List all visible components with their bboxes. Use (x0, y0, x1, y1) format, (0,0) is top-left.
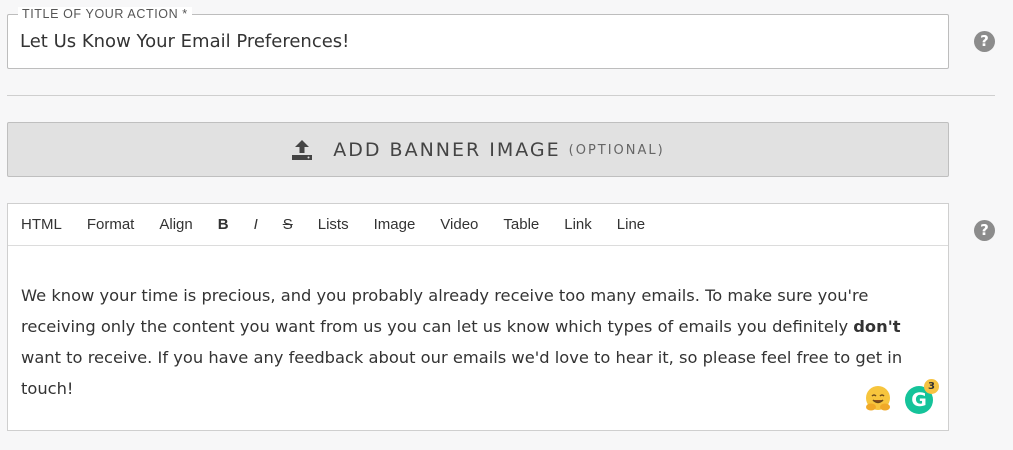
content-bold-text: don't (853, 317, 901, 336)
hugging-face-icon[interactable] (863, 384, 893, 414)
toolbar-strikethrough-button[interactable]: S (283, 216, 293, 233)
toolbar-bold-button[interactable]: B (218, 216, 229, 233)
toolbar-format-button[interactable]: Format (87, 216, 135, 233)
toolbar-video-button[interactable]: Video (440, 216, 478, 233)
banner-optional-label: (OPTIONAL) (568, 143, 665, 158)
editor-content[interactable]: We know your time is precious, and you p… (21, 280, 936, 404)
toolbar-lists-button[interactable]: Lists (318, 216, 349, 233)
content-text-1: We know your time is precious, and you p… (21, 286, 869, 336)
help-icon[interactable]: ? (974, 220, 995, 241)
toolbar-table-button[interactable]: Table (503, 216, 539, 233)
grammarly-count-badge: 3 (924, 379, 939, 394)
content-text-2: want to receive. If you have any feedbac… (21, 348, 903, 398)
help-icon[interactable]: ? (974, 31, 995, 52)
editor-toolbar: HTML Format Align B I S Lists Image Vide… (8, 204, 948, 246)
divider (7, 95, 995, 96)
upload-icon (291, 139, 313, 161)
banner-label: ADD BANNER IMAGE (333, 138, 561, 161)
title-input[interactable] (20, 31, 920, 52)
rich-text-editor[interactable]: HTML Format Align B I S Lists Image Vide… (7, 203, 949, 431)
toolbar-image-button[interactable]: Image (374, 216, 416, 233)
toolbar-line-button[interactable]: Line (617, 216, 645, 233)
toolbar-html-button[interactable]: HTML (21, 216, 62, 233)
toolbar-link-button[interactable]: Link (564, 216, 592, 233)
toolbar-italic-button[interactable]: I (254, 216, 258, 233)
toolbar-align-button[interactable]: Align (159, 216, 192, 233)
add-banner-image-button[interactable]: ADD BANNER IMAGE (OPTIONAL) (7, 122, 949, 177)
title-field[interactable]: TITLE OF YOUR ACTION * (7, 7, 949, 69)
title-field-label: TITLE OF YOUR ACTION * (18, 7, 192, 21)
